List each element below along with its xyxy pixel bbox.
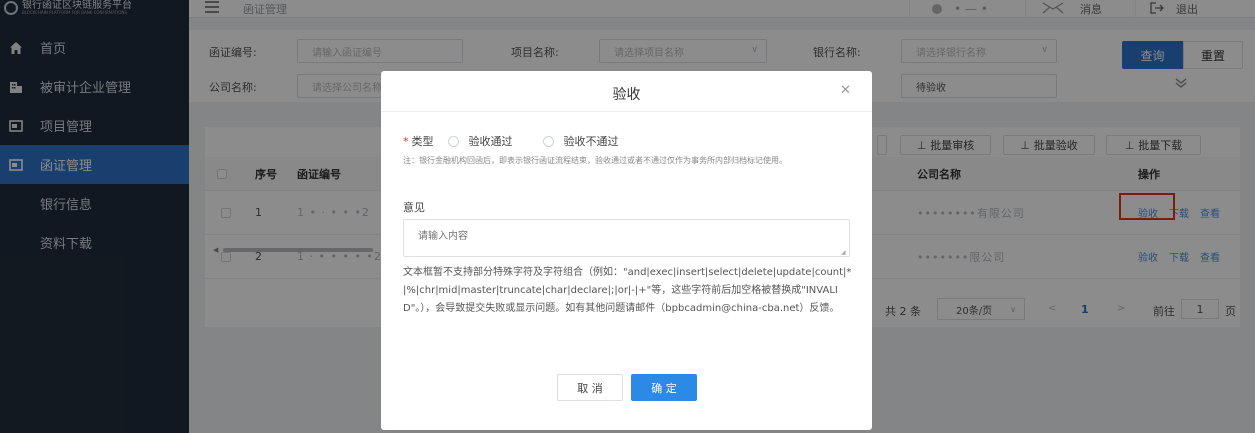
dialog-divider bbox=[381, 111, 872, 112]
radio-fail[interactable] bbox=[542, 135, 554, 147]
cancel-button[interactable]: 取 消 bbox=[557, 374, 623, 401]
confirm-button[interactable]: 确 定 bbox=[631, 374, 697, 401]
opinion-textarea[interactable] bbox=[403, 219, 850, 257]
radio-pass-label[interactable]: 验收通过 bbox=[469, 133, 513, 149]
required-marker: * bbox=[403, 134, 409, 148]
input-warning: 文本框暂不支持部分特殊字符及字符组合（例如："and|exec|insert|s… bbox=[403, 267, 852, 314]
resize-grip-icon[interactable]: ◢ bbox=[841, 249, 846, 256]
type-label: 类型 bbox=[411, 135, 434, 148]
radio-fail-label[interactable]: 验收不通过 bbox=[564, 133, 619, 149]
close-icon[interactable]: ✕ bbox=[840, 83, 851, 98]
type-field: * 类型 验收通过 验收不通过 bbox=[403, 133, 619, 149]
type-note: 注：银行金融机构回函后，即表示银行函证流程结束，验收通过或者不通过仅作为事务所内… bbox=[403, 156, 787, 165]
dialog-title: 验收 bbox=[612, 87, 641, 103]
radio-pass[interactable] bbox=[447, 135, 459, 147]
opinion-label: 意见 bbox=[403, 201, 425, 214]
acceptance-dialog: 验收 ✕ * 类型 验收通过 验收不通过 注：银行金融机构回函后，即表示银行函证… bbox=[381, 71, 872, 430]
